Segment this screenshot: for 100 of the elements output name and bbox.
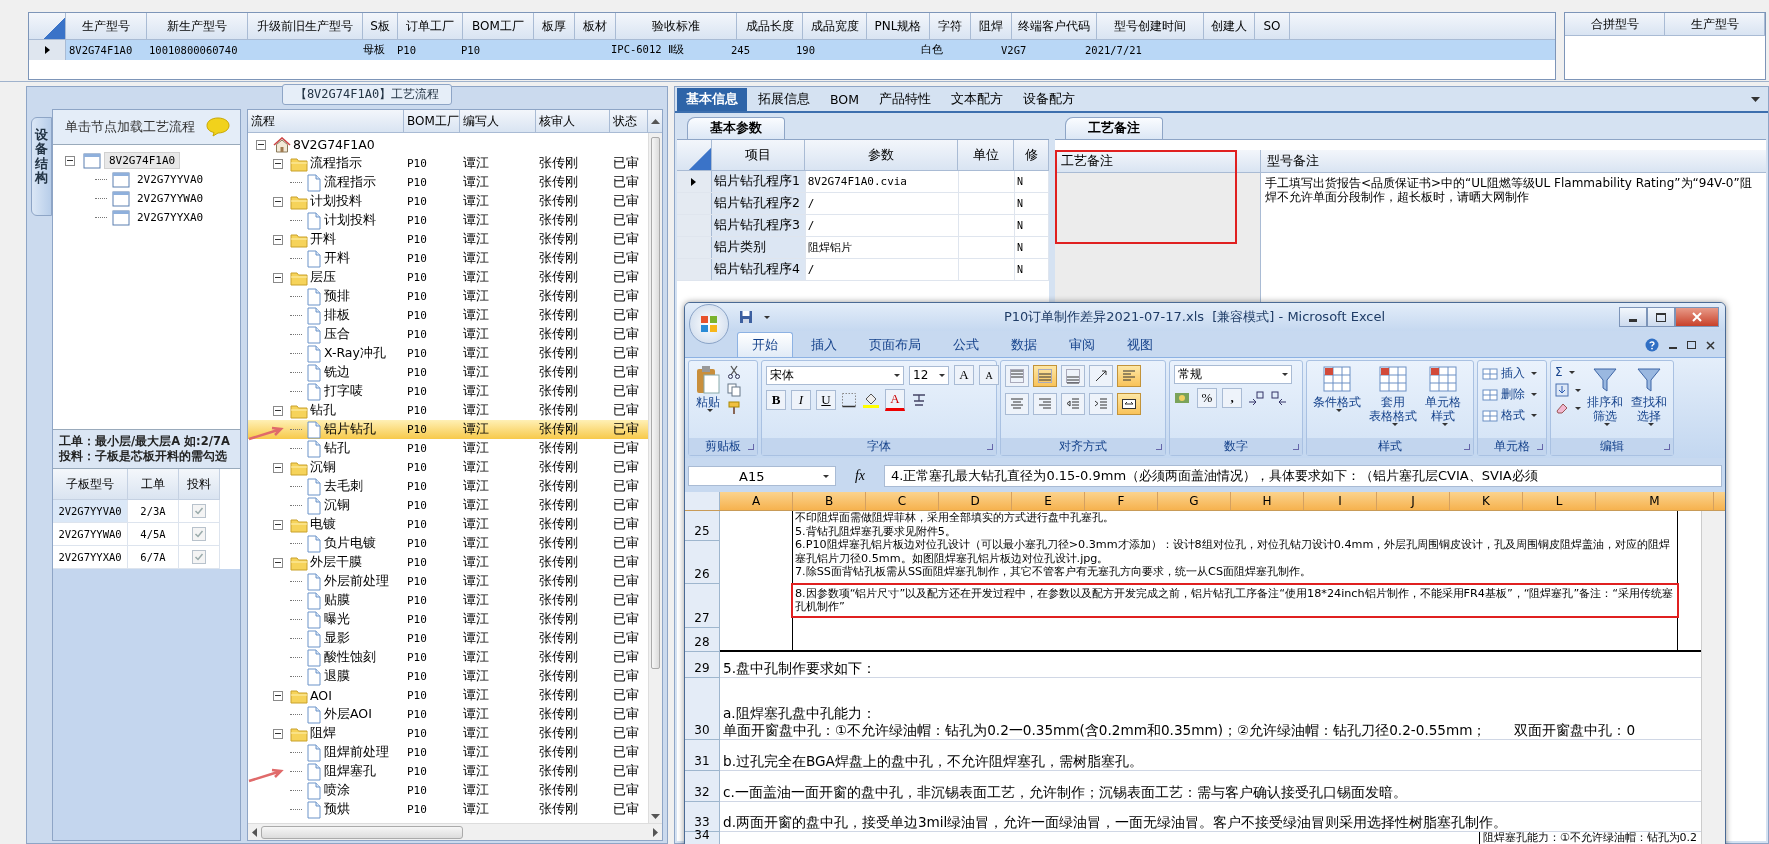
ribbon-tab[interactable]: 开始	[737, 332, 793, 357]
tab[interactable]: 文本配方	[942, 87, 1012, 111]
tab[interactable]: 拓展信息	[749, 87, 819, 111]
column-header[interactable]: BOM工厂	[404, 110, 460, 132]
tree-row[interactable]: 铝片钻孔 P10 谭江 张传刚 已审	[248, 420, 648, 439]
dropdown-arrow-icon[interactable]	[1751, 96, 1760, 102]
collapse-icon[interactable]	[273, 234, 283, 245]
tree-row[interactable]: 8V2G74F1A0	[248, 135, 648, 154]
column-header[interactable]: E	[1012, 492, 1085, 510]
tree-row[interactable]: AOI P10 谭江 张传刚 已审	[248, 686, 648, 705]
row-header[interactable]: 31	[685, 740, 719, 771]
column-header[interactable]: 工艺备注	[1055, 150, 1260, 173]
tree-row[interactable]: 外层AOI P10 谭江 张传刚 已审	[248, 705, 648, 724]
tree-row[interactable]: 钻孔 P10 谭江 张传刚 已审	[248, 401, 648, 420]
copy-icon[interactable]	[727, 383, 741, 397]
column-header[interactable]: H	[1231, 492, 1304, 510]
currency-icon[interactable]	[1174, 390, 1192, 406]
column-header[interactable]: F	[1085, 492, 1158, 510]
horizontal-scrollbar[interactable]	[248, 823, 662, 840]
column-header[interactable]: 订单工厂	[398, 13, 463, 39]
ribbon-tab[interactable]: 视图	[1113, 333, 1167, 357]
borders-icon[interactable]	[841, 392, 857, 408]
tree-row[interactable]: 压合 P10 谭江 张传刚 已审	[248, 325, 648, 344]
align-button[interactable]	[1117, 393, 1141, 415]
column-header[interactable]: 工单	[128, 469, 179, 500]
collapse-icon[interactable]	[273, 272, 283, 283]
office-button[interactable]	[689, 304, 729, 344]
column-header[interactable]: 创建人	[1204, 13, 1255, 39]
column-header[interactable]: J	[1377, 492, 1450, 510]
checkbox[interactable]	[192, 504, 206, 518]
tab[interactable]: 基本信息	[677, 87, 747, 111]
column-header[interactable]: 阻焊	[971, 13, 1012, 39]
collapse-icon[interactable]	[273, 196, 283, 207]
caret-icon[interactable]	[764, 315, 770, 319]
bold-button[interactable]: B	[766, 390, 786, 410]
column-header[interactable]: 编写人	[460, 110, 536, 132]
cell-button[interactable]: 格式	[1482, 407, 1537, 424]
column-header[interactable]: 投料	[179, 469, 220, 500]
column-header[interactable]: S板	[363, 13, 398, 39]
column-header[interactable]: 生产型号	[66, 13, 147, 39]
tree-item[interactable]: 2V2G7YYVA0	[133, 172, 208, 187]
tree-row[interactable]: 贴膜 P10 谭江 张传刚 已审	[248, 591, 648, 610]
tab[interactable]: 产品特性	[870, 87, 940, 111]
fill-button[interactable]	[1555, 383, 1581, 397]
tab[interactable]: 工艺备注	[1065, 117, 1163, 139]
column-header[interactable]: 成品长度	[737, 13, 803, 39]
tree-row[interactable]: 沉铜 P10 谭江 张传刚 已审	[248, 496, 648, 515]
column-header[interactable]: 型号创建时间	[1097, 13, 1204, 39]
percent-button[interactable]: %	[1197, 388, 1217, 408]
autosum-button[interactable]: Σ	[1555, 365, 1581, 379]
tree-row[interactable]: 曝光 P10 谭江 张传刚 已审	[248, 610, 648, 629]
checkbox[interactable]	[192, 550, 206, 564]
phonetic-icon[interactable]	[910, 392, 928, 408]
format-painter-icon[interactable]	[727, 401, 741, 415]
tree-item[interactable]: 8V2G74F1A0	[104, 152, 181, 169]
column-header[interactable]: 板厚	[534, 13, 575, 39]
collapse-icon[interactable]	[273, 519, 283, 530]
column-header[interactable]: 项目	[711, 140, 806, 170]
font-size-dropdown[interactable]: 12	[909, 365, 949, 385]
style-button[interactable]: 单元格 样式	[1423, 365, 1463, 426]
tree-row[interactable]: 铣边 P10 谭江 张传刚 已审	[248, 363, 648, 382]
tree-row[interactable]: 排板 P10 谭江 张传刚 已审	[248, 306, 648, 325]
ribbon-tab[interactable]: 页面布局	[855, 333, 935, 357]
collapse-icon[interactable]	[273, 728, 283, 739]
row-header[interactable]	[29, 40, 66, 60]
tab[interactable]: 基本参数	[687, 117, 785, 139]
tree-row[interactable]: 外层干膜 P10 谭江 张传刚 已审	[248, 553, 648, 572]
column-header[interactable]: PNL规格	[867, 13, 930, 39]
collapse-icon[interactable]	[273, 405, 283, 416]
close-icon[interactable]	[1706, 340, 1715, 350]
tree-row[interactable]: 负片电镀 P10 谭江 张传刚 已审	[248, 534, 648, 553]
column-header[interactable]: 修	[1014, 140, 1049, 170]
column-header[interactable]: 合拼型号	[1565, 13, 1665, 35]
tree-row[interactable]: X-Ray冲孔 P10 谭江 张传刚 已审	[248, 344, 648, 363]
column-header[interactable]: D	[939, 492, 1012, 510]
column-header[interactable]: 单位	[958, 140, 1015, 170]
column-header[interactable]: 流程	[248, 110, 404, 132]
collapse-icon[interactable]	[273, 158, 283, 169]
column-header[interactable]: K	[1450, 492, 1523, 510]
collapse-icon[interactable]	[273, 557, 283, 568]
column-header[interactable]: 子板型号	[53, 469, 128, 500]
ribbon-tab[interactable]: 审阅	[1055, 333, 1109, 357]
column-header[interactable]: 参数	[805, 140, 959, 170]
tree-row[interactable]: 钻孔 P10 谭江 张传刚 已审	[248, 439, 648, 458]
cut-icon[interactable]	[727, 365, 741, 379]
tree-row[interactable]: 退膜 P10 谭江 张传刚 已审	[248, 667, 648, 686]
tree-row[interactable]: 阻焊前处理 P10 谭江 张传刚 已审	[248, 743, 648, 762]
tree-item[interactable]: 2V2G7YYXA0	[133, 210, 208, 225]
collapse-icon[interactable]	[273, 462, 283, 473]
table-cell[interactable]: 2V2G7YYXA0	[53, 546, 128, 569]
row-header[interactable]: 30	[685, 678, 719, 740]
tree-row[interactable]: 流程指示 P10 谭江 张传刚 已审	[248, 173, 648, 192]
insert-function-button[interactable]: fx	[840, 466, 880, 486]
tab[interactable]: 设备配方	[1014, 87, 1084, 111]
shrink-font-button[interactable]: A	[979, 365, 999, 385]
row-header[interactable]: 26	[685, 541, 719, 584]
column-header[interactable]: 生产型号	[1665, 13, 1765, 35]
column-header[interactable]: L	[1523, 492, 1596, 510]
minimize-button[interactable]	[1619, 307, 1647, 327]
vertical-scrollbar[interactable]	[648, 133, 662, 823]
